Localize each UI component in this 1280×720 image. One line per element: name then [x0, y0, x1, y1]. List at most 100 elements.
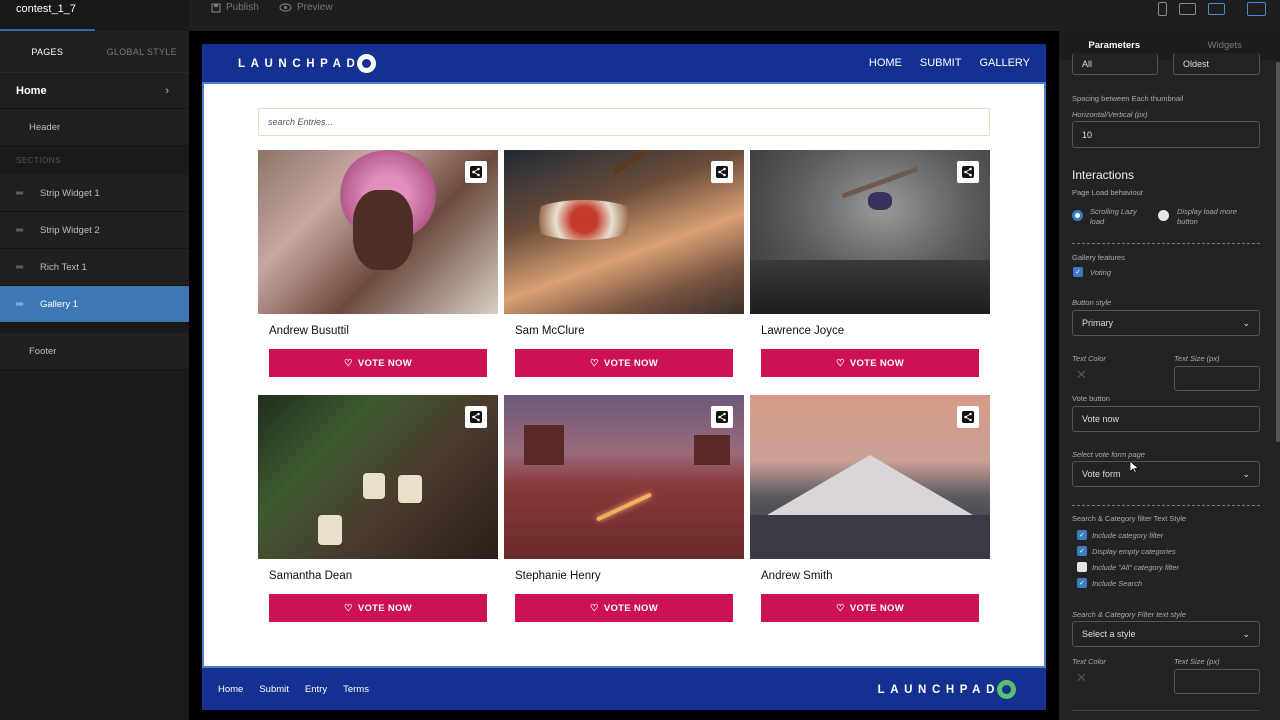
spacer: [0, 323, 189, 333]
drag-handle-icon[interactable]: ═: [16, 225, 25, 236]
section-item-gallery-1[interactable]: ═ Gallery 1: [0, 286, 189, 323]
section-item-label: Strip Widget 2: [40, 224, 100, 236]
spacing-input[interactable]: 10: [1072, 121, 1260, 148]
vote-now-button[interactable]: ♡ VOTE NOW: [761, 349, 979, 377]
vote-button-input[interactable]: Vote now: [1072, 406, 1260, 432]
site-nav-links: HOME SUBMIT GALLERY: [869, 44, 1030, 82]
share-icon[interactable]: [957, 406, 979, 428]
footer-link-home[interactable]: Home: [218, 684, 243, 695]
tab-pages[interactable]: PAGES: [0, 31, 95, 72]
include-category-filter-checkbox[interactable]: ✓: [1077, 530, 1087, 540]
vote-label: VOTE NOW: [603, 602, 658, 614]
panel-toggle-icon[interactable]: [1247, 2, 1266, 16]
text-size-input-2[interactable]: [1174, 669, 1260, 694]
vote-now-button[interactable]: ♡ VOTE NOW: [515, 349, 733, 377]
section-header[interactable]: Header: [0, 109, 189, 146]
share-icon[interactable]: [711, 161, 733, 183]
logo-mark-icon: [357, 54, 377, 73]
color-none-icon[interactable]: ✕: [1076, 367, 1087, 383]
select-style-dropdown[interactable]: Select a style ⌄: [1072, 621, 1260, 647]
button-style-select[interactable]: Primary ⌄: [1072, 310, 1260, 336]
vote-label: VOTE NOW: [357, 602, 412, 614]
preview-button[interactable]: Preview: [279, 2, 333, 13]
mobile-device-icon[interactable]: [1158, 2, 1167, 16]
entry-photo[interactable]: [750, 150, 990, 314]
filter-select[interactable]: All: [1072, 53, 1158, 75]
nav-link-home[interactable]: HOME: [869, 57, 902, 69]
filter-text-style-label: Search & Category Filter text style: [1072, 610, 1186, 619]
footer-link-entry[interactable]: Entry: [305, 684, 327, 695]
display-empty-categories-label: Display empty categories: [1092, 547, 1176, 556]
gallery-section[interactable]: search Entries... Andrew Busuttil ♡ VOTE …: [202, 82, 1046, 668]
vote-label: VOTE NOW: [849, 602, 904, 614]
entry-name: Stephanie Henry: [515, 570, 601, 582]
include-all-category-checkbox[interactable]: [1077, 562, 1087, 572]
desktop-device-icon[interactable]: [1208, 3, 1225, 15]
vote-button-value: Vote now: [1082, 414, 1120, 424]
panel-scrollbar[interactable]: [1276, 62, 1280, 442]
share-icon[interactable]: [465, 161, 487, 183]
display-empty-categories-checkbox[interactable]: ✓: [1077, 546, 1087, 556]
drag-handle-icon[interactable]: ═: [16, 299, 25, 310]
section-footer-label: Footer: [29, 345, 57, 357]
sort-select[interactable]: Oldest: [1173, 53, 1260, 75]
interactions-heading: Interactions: [1072, 168, 1135, 182]
radio-lazy-load[interactable]: [1072, 210, 1083, 221]
logo-text: LAUNCHPAD: [877, 683, 1000, 696]
text-color-label-2: Text Color: [1072, 657, 1106, 666]
vote-now-button[interactable]: ♡ VOTE NOW: [269, 594, 487, 622]
right-panel: Parameters Widgets All Oldest Spacing be…: [1059, 31, 1280, 720]
include-search-checkbox[interactable]: ✓: [1077, 578, 1087, 588]
left-sidebar: PAGES GLOBAL STYLE Home › Header SECTION…: [0, 31, 189, 720]
entry-photo[interactable]: [504, 395, 744, 559]
entry-photo[interactable]: [258, 395, 498, 559]
vote-form-select[interactable]: Vote form ⌄: [1072, 461, 1260, 487]
site-logo[interactable]: LAUNCHPAD: [238, 54, 377, 73]
share-icon[interactable]: [465, 406, 487, 428]
project-title[interactable]: contest_1_7: [0, 0, 189, 31]
share-icon[interactable]: [957, 161, 979, 183]
footer-logo[interactable]: LAUNCHPAD: [878, 680, 1016, 699]
radio-load-more[interactable]: [1158, 210, 1169, 221]
footer-link-submit[interactable]: Submit: [259, 684, 289, 695]
entry-photo[interactable]: [258, 150, 498, 314]
text-size-label-2: Text Size (px): [1174, 657, 1220, 666]
page-item-home-label: Home: [16, 84, 47, 97]
drag-handle-icon[interactable]: ═: [16, 188, 25, 199]
eye-icon: [279, 3, 292, 12]
page-load-label: Page Load behaviour: [1072, 188, 1144, 197]
vote-now-button[interactable]: ♡ VOTE NOW: [269, 349, 487, 377]
section-footer[interactable]: Footer: [0, 333, 189, 370]
radio-lazy-load-label: Scrolling Lazy load: [1090, 207, 1137, 226]
site-footer: Home Submit Entry Terms LAUNCHPAD: [202, 668, 1046, 710]
text-size-input[interactable]: [1174, 366, 1260, 391]
top-toolbar: contest_1_7 Publish Preview: [0, 0, 1280, 31]
mouse-cursor-icon: [1130, 461, 1139, 474]
entry-photo[interactable]: [750, 395, 990, 559]
tab-global-style[interactable]: GLOBAL STYLE: [95, 31, 190, 72]
button-style-value: Primary: [1082, 318, 1113, 328]
gallery-features-label: Gallery features: [1072, 253, 1125, 262]
section-item-strip-widget-2[interactable]: ═ Strip Widget 2: [0, 212, 189, 249]
vote-button-label: Vote button: [1072, 394, 1110, 403]
nav-link-submit[interactable]: SUBMIT: [920, 57, 962, 69]
nav-link-gallery[interactable]: GALLERY: [979, 57, 1030, 69]
vote-now-button[interactable]: ♡ VOTE NOW: [761, 594, 979, 622]
divider: [1072, 243, 1260, 244]
entry-name: Lawrence Joyce: [761, 325, 845, 337]
entry-card: Lawrence Joyce ♡ VOTE NOW: [750, 150, 990, 377]
vote-now-button[interactable]: ♡ VOTE NOW: [515, 594, 733, 622]
footer-link-terms[interactable]: Terms: [343, 684, 369, 695]
section-item-rich-text-1[interactable]: ═ Rich Text 1: [0, 249, 189, 286]
search-entries-input[interactable]: search Entries...: [258, 108, 990, 136]
voting-checkbox[interactable]: ✓: [1073, 267, 1083, 277]
entry-photo[interactable]: [504, 150, 744, 314]
section-item-strip-widget-1[interactable]: ═ Strip Widget 1: [0, 175, 189, 212]
heart-icon: ♡: [344, 602, 353, 614]
tablet-device-icon[interactable]: [1179, 3, 1196, 15]
drag-handle-icon[interactable]: ═: [16, 262, 25, 273]
page-item-home[interactable]: Home ›: [0, 73, 189, 109]
color-none-icon[interactable]: ✕: [1076, 670, 1087, 686]
publish-button[interactable]: Publish: [211, 2, 259, 13]
share-icon[interactable]: [711, 406, 733, 428]
